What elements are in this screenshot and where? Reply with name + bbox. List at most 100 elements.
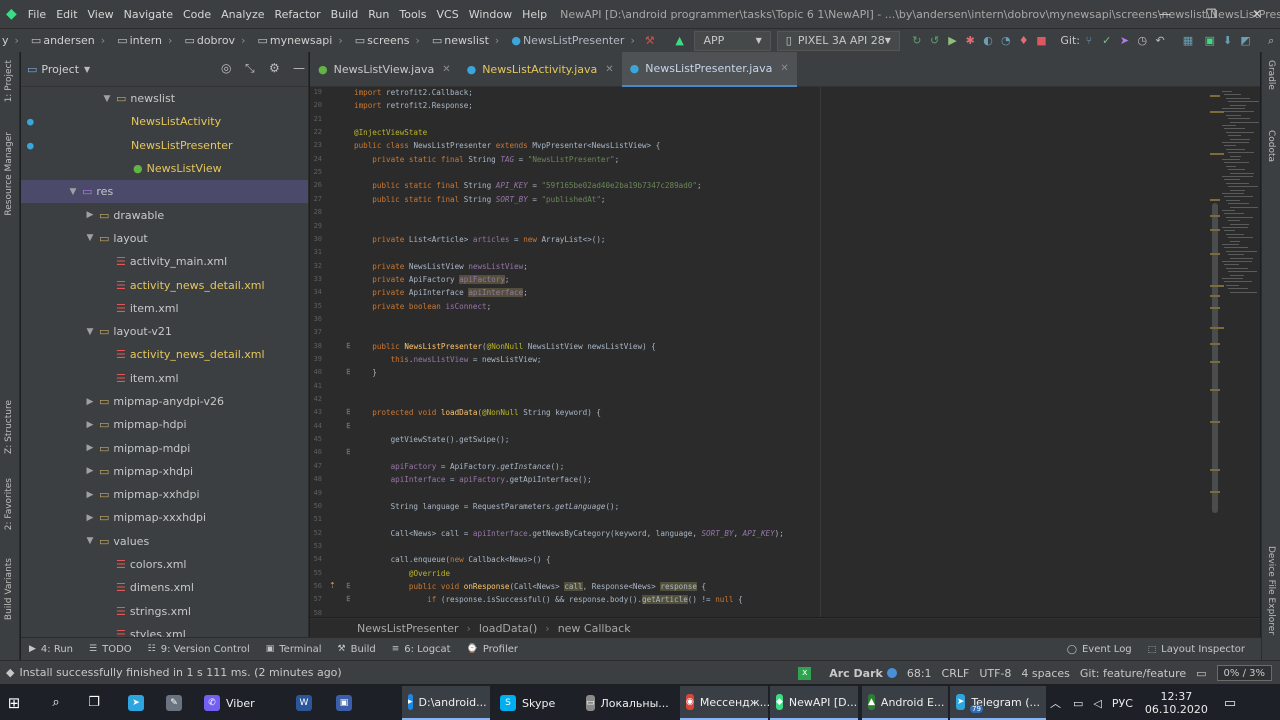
- git-push-icon[interactable]: ➤: [1116, 35, 1134, 46]
- tree-item[interactable]: ☰ item.xml: [21, 297, 308, 320]
- tree-item[interactable]: ☰ activity_news_detail.xml: [21, 343, 308, 366]
- taskbar-app-5[interactable]: ✆ Viber: [198, 686, 286, 720]
- taskbar-app-2[interactable]: ❐: [80, 686, 120, 720]
- tree-item[interactable]: ▼ ▭ values: [21, 530, 308, 553]
- close-button[interactable]: ✕: [1234, 0, 1280, 28]
- project-tool-tab[interactable]: 1: Project: [4, 60, 14, 102]
- tab-newslistpresenter[interactable]: ● NewsListPresenter.java ✕: [621, 51, 797, 87]
- override-icon[interactable]: ⇡: [329, 581, 336, 590]
- language-indicator[interactable]: РУС: [1112, 697, 1133, 710]
- menu-item-code[interactable]: Code: [178, 8, 216, 21]
- run-icon[interactable]: ▶: [944, 35, 962, 46]
- chevron-down-icon[interactable]: ▼: [83, 327, 97, 337]
- status-message[interactable]: Install successfully finished in 1 s 111…: [19, 666, 341, 679]
- tree-item[interactable]: ☰ activity_main.xml: [21, 250, 308, 273]
- chevron-down-icon[interactable]: ▼: [84, 65, 90, 74]
- theme-label[interactable]: Arc Dark: [829, 667, 883, 680]
- hide-icon[interactable]: —: [293, 62, 305, 74]
- tree-item[interactable]: ☰ styles.xml: [21, 623, 308, 637]
- attach-icon[interactable]: ♦: [1015, 35, 1033, 46]
- breadcrumb-item[interactable]: NewsListPresenter: [521, 34, 627, 47]
- tool-window-logcat[interactable]: ≡ 6: Logcat: [392, 644, 451, 655]
- menu-item-help[interactable]: Help: [517, 8, 552, 21]
- maximize-button[interactable]: ❐: [1188, 0, 1234, 28]
- close-icon[interactable]: ✕: [780, 63, 788, 74]
- git-commit-icon[interactable]: ✓: [1098, 35, 1116, 46]
- breadcrumb-callback[interactable]: new Callback: [558, 622, 631, 635]
- breadcrumb-item[interactable]: screens: [365, 34, 411, 47]
- caret-position[interactable]: 68:1: [907, 667, 932, 680]
- tree-item[interactable]: ● NewsListActivity: [21, 110, 308, 133]
- breadcrumb-item[interactable]: newslist: [442, 34, 491, 47]
- tree-item[interactable]: ▶ ▭ mipmap-xhdpi: [21, 460, 308, 483]
- project-structure-icon[interactable]: ▦: [1179, 35, 1197, 46]
- git-update-icon[interactable]: ⑂: [1080, 35, 1098, 46]
- git-branch[interactable]: Git: feature/feature: [1080, 667, 1186, 680]
- tree-item[interactable]: ▶ ▭ drawable: [21, 203, 308, 226]
- menu-item-run[interactable]: Run: [363, 8, 394, 21]
- tree-item[interactable]: ☰ item.xml: [21, 367, 308, 390]
- hammer-icon[interactable]: ⚒: [641, 35, 659, 46]
- codota-tab[interactable]: Codota: [1266, 130, 1276, 162]
- chevron-right-icon[interactable]: ▶: [83, 210, 97, 220]
- taskbar-app-11[interactable]: ◉ Мессендж...: [680, 686, 770, 720]
- taskbar-app-1[interactable]: ⌕: [42, 686, 80, 720]
- chevron-down-icon[interactable]: ▼: [100, 94, 114, 104]
- menu-item-navigate[interactable]: Navigate: [119, 8, 178, 21]
- menu-item-build[interactable]: Build: [326, 8, 364, 21]
- tree-item[interactable]: ● NewsListView: [21, 157, 308, 180]
- favorites-tab[interactable]: 2: Favorites: [4, 478, 14, 530]
- tree-item[interactable]: ▼ ▭ newslist: [21, 87, 308, 110]
- tree-item[interactable]: ▼ ▭ layout-v21: [21, 320, 308, 343]
- menu-item-refactor[interactable]: Refactor: [270, 8, 326, 21]
- menu-item-analyze[interactable]: Analyze: [216, 8, 269, 21]
- taskbar-app-3[interactable]: ➤: [122, 686, 160, 720]
- lock-icon[interactable]: ▭: [1196, 668, 1206, 679]
- taskbar-app-7[interactable]: ▣: [330, 686, 368, 720]
- breadcrumb-item[interactable]: mynewsapi: [268, 34, 334, 47]
- tab-newslistview[interactable]: ● NewsListView.java ✕: [310, 52, 459, 87]
- menu-item-edit[interactable]: Edit: [51, 8, 82, 21]
- menu-item-tools[interactable]: Tools: [394, 8, 431, 21]
- editor-scrollbar[interactable]: [1210, 87, 1260, 617]
- chevron-right-icon[interactable]: ▶: [83, 466, 97, 476]
- run-config-select[interactable]: APP ▼: [694, 30, 771, 51]
- gradle-sync-icon[interactable]: ◩: [1237, 35, 1255, 46]
- collapse-icon[interactable]: ⤡: [245, 62, 255, 74]
- taskbar-app-6[interactable]: W: [290, 686, 328, 720]
- minimize-button[interactable]: —: [1142, 0, 1188, 28]
- scroll-thumb[interactable]: [1212, 203, 1218, 513]
- codota-icon[interactable]: x: [798, 666, 812, 680]
- chevron-right-icon[interactable]: ▶: [83, 490, 97, 500]
- tree-item[interactable]: ▶ ▭ mipmap-mdpi: [21, 436, 308, 459]
- resource-manager-tab[interactable]: Resource Manager: [4, 132, 14, 216]
- device-select[interactable]: ▯ PIXEL 3A API 28 ▼: [776, 30, 900, 51]
- close-icon[interactable]: ✕: [442, 64, 450, 75]
- taskbar-app-12[interactable]: ◆ NewAPI [D...: [770, 686, 858, 720]
- chevron-down-icon[interactable]: ▼: [83, 536, 97, 546]
- tool-window-layoutinspector[interactable]: ⬚ Layout Inspector: [1148, 644, 1245, 655]
- taskbar-app-8[interactable]: ▸ D:\android...: [402, 686, 490, 720]
- tool-window-run[interactable]: ▶ 4: Run: [29, 644, 73, 655]
- taskbar-app-9[interactable]: S Skype: [494, 686, 578, 720]
- profile-icon[interactable]: ◔: [997, 35, 1015, 46]
- chevron-right-icon[interactable]: ▶: [83, 443, 97, 453]
- tree-item[interactable]: ▶ ▭ mipmap-anydpi-v26: [21, 390, 308, 413]
- indent-setting[interactable]: 4 spaces: [1021, 667, 1070, 680]
- taskbar-app-4[interactable]: ✎: [160, 686, 198, 720]
- tool-window-build[interactable]: ⚒ Build: [338, 644, 376, 655]
- notifications-icon[interactable]: ▭: [1224, 697, 1236, 710]
- chevron-up-icon[interactable]: ︿: [1050, 698, 1061, 709]
- chevron-right-icon[interactable]: ▶: [83, 397, 97, 407]
- revert-icon[interactable]: ↶: [1151, 35, 1169, 46]
- target-icon[interactable]: ◎: [221, 62, 231, 74]
- tree-item[interactable]: ☰ activity_news_detail.xml: [21, 273, 308, 296]
- tree-item[interactable]: ☰ dimens.xml: [21, 576, 308, 599]
- close-icon[interactable]: ✕: [605, 64, 613, 75]
- menu-item-view[interactable]: View: [83, 8, 119, 21]
- tree-item[interactable]: ▶ ▭ mipmap-xxhdpi: [21, 483, 308, 506]
- sdk-manager-icon[interactable]: ⬇: [1219, 35, 1237, 46]
- line-separator[interactable]: CRLF: [942, 667, 970, 680]
- history-icon[interactable]: ◷: [1133, 35, 1151, 46]
- tool-window-terminal[interactable]: ▣ Terminal: [266, 644, 322, 655]
